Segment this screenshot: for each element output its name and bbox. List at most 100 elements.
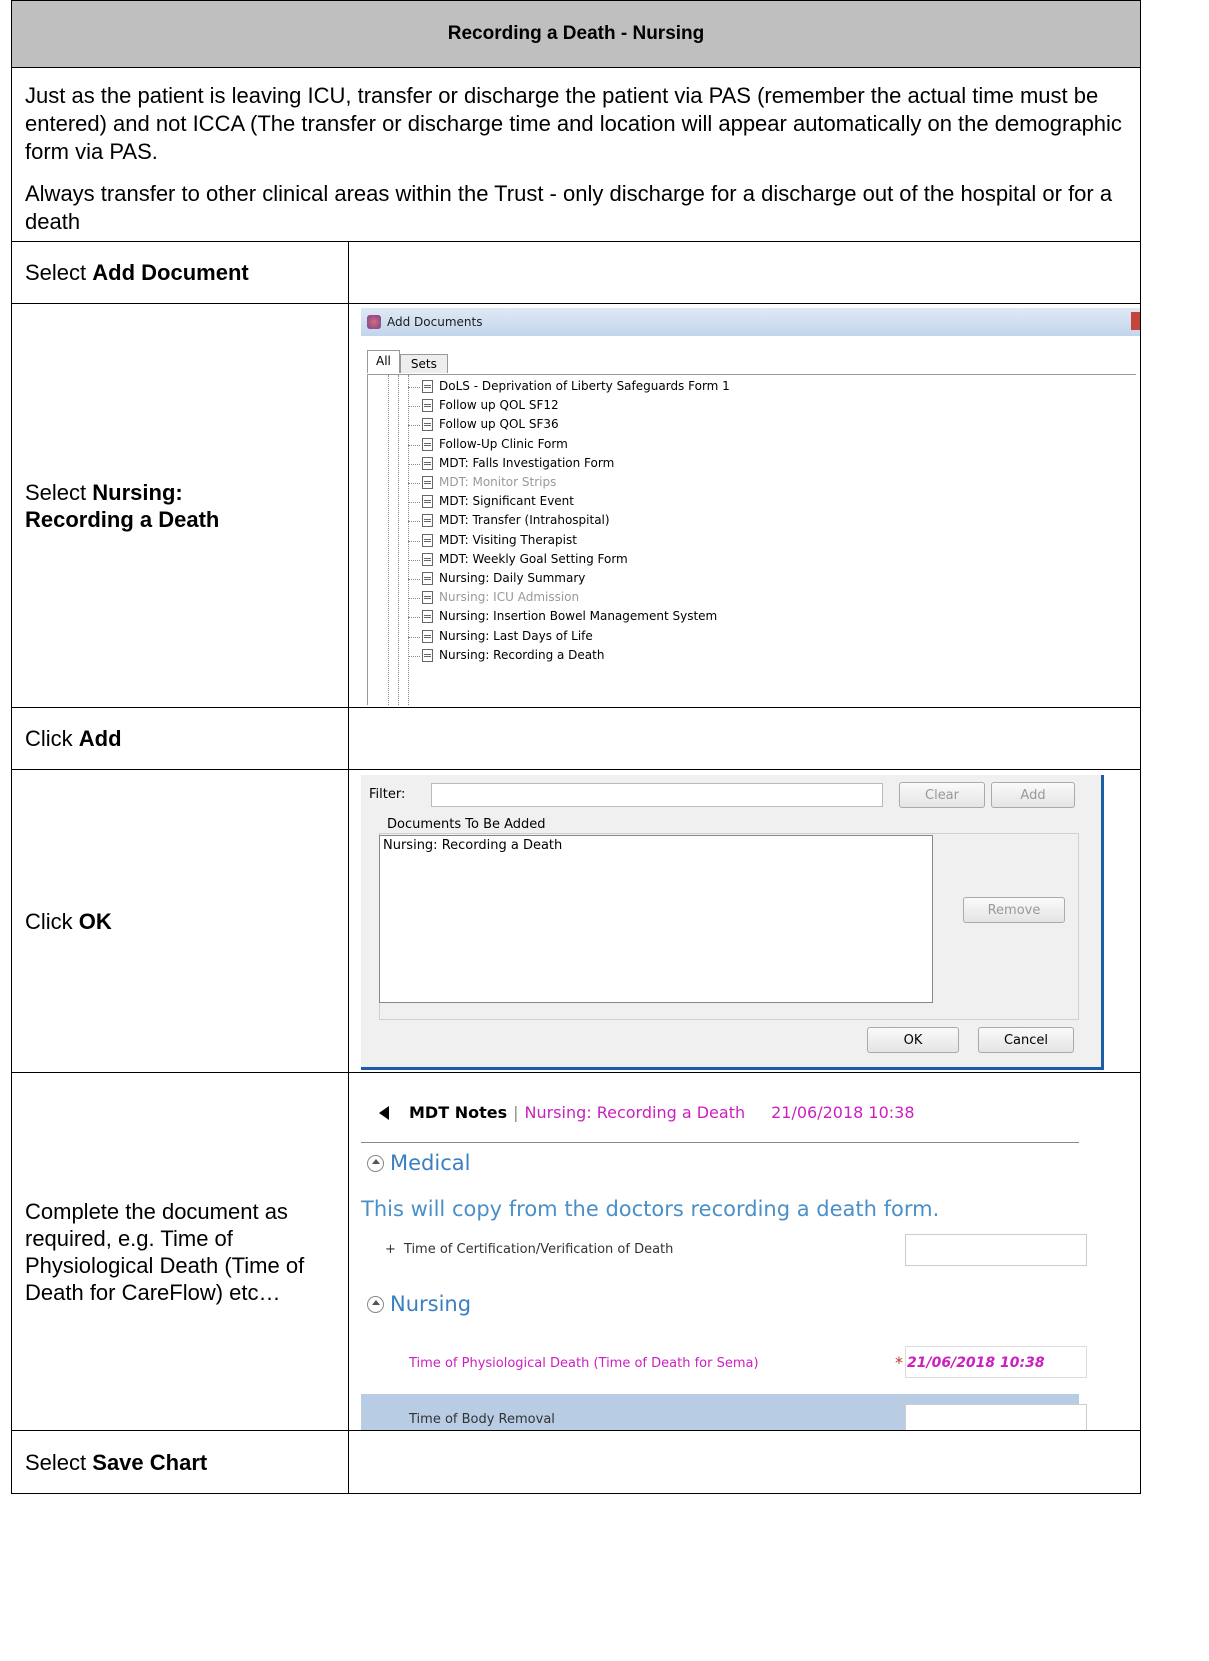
body-removal-field[interactable] [905,1404,1087,1430]
ok-button[interactable]: OK [867,1027,959,1053]
tree-item-label: Nursing: Daily Summary [439,571,586,585]
form-title: MDT Notes [409,1103,508,1122]
tree-connector [408,502,420,504]
cancel-button[interactable]: Cancel [978,1027,1074,1053]
body-removal-label: Time of Body Removal [409,1412,555,1427]
tree-item[interactable]: Nursing: Recording a Death [422,646,604,665]
document-tree: DoLS - Deprivation of Liberty Safeguards… [367,374,1136,705]
list-item[interactable]: Nursing: Recording a Death [383,838,562,853]
step-instruction-6: Select Save Chart [12,1431,349,1493]
tree-item[interactable]: Nursing: Insertion Bowel Management Syst… [422,607,717,626]
document-name: Nursing: Recording a Death [524,1103,746,1122]
step-visual-2: Add Documents All Sets DoLS - Deprivatio… [349,304,1140,707]
tree-item-label: DoLS - Deprivation of Liberty Safeguards… [439,379,730,393]
remove-button[interactable]: Remove [963,897,1065,923]
intro-section: Just as the patient is leaving ICU, tran… [12,68,1140,242]
document-icon [422,476,433,489]
tree-connector [408,425,420,427]
header-separator: | [513,1103,519,1122]
step-row-2: Select Nursing: Recording a Death Add Do… [12,304,1140,708]
step-instruction-4: Click OK [12,770,349,1072]
tree-connector [408,559,420,561]
tree-item[interactable]: DoLS - Deprivation of Liberty Safeguards… [422,377,730,396]
certification-field[interactable] [905,1234,1087,1266]
step-prefix: Select [25,260,93,285]
filter-input[interactable] [431,783,883,807]
tree-guide-line [398,375,399,705]
tree-connector [408,483,420,484]
step-instruction-2: Select Nursing: Recording a Death [12,304,349,707]
tree-item[interactable]: Nursing: Last Days of Life [422,627,593,646]
document-title: Recording a Death - Nursing [447,23,705,44]
step-emphasis: Add Document [92,260,249,285]
step-prefix: Select [25,1449,93,1475]
tree-item-label: MDT: Monitor Strips [439,475,557,489]
document-icon [422,495,433,509]
step-prefix: Select [25,479,93,505]
documents-to-add-dialog: Filter: Clear Add Documents To Be Added … [361,775,1104,1070]
document-icon [422,437,433,451]
step-row-5: Complete the document as required, e.g. … [12,1073,1140,1431]
document-icon [422,418,433,432]
tree-item[interactable]: Nursing: Daily Summary [422,569,585,588]
tree-item-label: Nursing: ICU Admission [439,590,580,605]
required-marker: * [895,1353,903,1372]
tree-connector [408,655,420,657]
tree-item[interactable]: MDT: Visiting Therapist [422,531,577,550]
mdt-notes-form: MDT Notes | Nursing: Recording a Death 2… [361,1093,1087,1430]
form-header: MDT Notes | Nursing: Recording a Death 2… [379,1103,915,1122]
physiological-death-value[interactable]: 21/06/2018 10:38 [907,1355,1045,1371]
collapse-icon[interactable] [367,1295,384,1313]
tree-item-label: MDT: Transfer (Intrahospital) [439,513,610,528]
step-row-3: Click Add [12,708,1140,770]
app-icon [367,315,381,329]
section-title: Medical [390,1151,471,1175]
add-button[interactable]: Add [991,782,1075,808]
documents-to-add-list[interactable]: Nursing: Recording a Death [379,835,933,1003]
tree-connector [408,617,420,619]
tree-item[interactable]: Follow up QOL SF12 [422,396,559,415]
header-divider [361,1142,1079,1143]
tree-connector [408,540,420,542]
close-icon[interactable] [1131,312,1140,330]
step-instruction-3: Click Add [12,708,349,769]
document-header: Recording a Death - Nursing [12,1,1140,68]
tab-sets[interactable]: Sets [399,354,448,373]
tree-connector [408,463,420,465]
tree-item-label: MDT: Visiting Therapist [439,532,577,547]
tree-item[interactable]: MDT: Significant Event [422,492,574,511]
tree-item[interactable]: Follow up QOL SF36 [422,415,559,434]
document-icon [422,456,433,470]
document-icon [422,399,433,413]
step-visual-3 [349,708,1140,769]
plus-icon[interactable]: + [385,1242,396,1257]
tree-connector [408,636,420,638]
tree-item[interactable]: Nursing: ICU Admission [422,588,579,607]
clear-button[interactable]: Clear [899,782,985,808]
window-titlebar: Add Documents [361,308,1140,336]
tab-all[interactable]: All [367,350,400,373]
back-arrow-icon[interactable] [379,1105,389,1120]
step-visual-6 [349,1431,1140,1493]
step-prefix: Click [25,726,79,751]
tree-item[interactable]: MDT: Monitor Strips [422,473,556,492]
document-icon [422,514,433,528]
tree-item-label: Follow up QOL SF12 [439,398,559,413]
copy-note: This will copy from the doctors recordin… [361,1197,940,1221]
collapse-icon[interactable] [367,1154,384,1172]
medical-section-header[interactable]: Medical [367,1151,470,1175]
document-tabs: All Sets [367,350,448,373]
tree-item-label: Nursing: Last Days of Life [439,628,593,643]
tree-item[interactable]: MDT: Falls Investigation Form [422,454,614,473]
tree-item[interactable]: MDT: Weekly Goal Setting Form [422,550,628,569]
tree-item[interactable]: MDT: Transfer (Intrahospital) [422,511,610,530]
tree-item[interactable]: Follow-Up Clinic Form [422,435,568,454]
step-visual-1 [349,242,1140,303]
intro-paragraph-1: Just as the patient is leaving ICU, tran… [25,83,1122,164]
tree-connector [408,406,420,408]
tree-connector [408,521,420,523]
document-icon [422,610,433,624]
tree-connector [408,387,420,388]
nursing-section-header[interactable]: Nursing [367,1292,471,1316]
document-icon [422,572,433,585]
